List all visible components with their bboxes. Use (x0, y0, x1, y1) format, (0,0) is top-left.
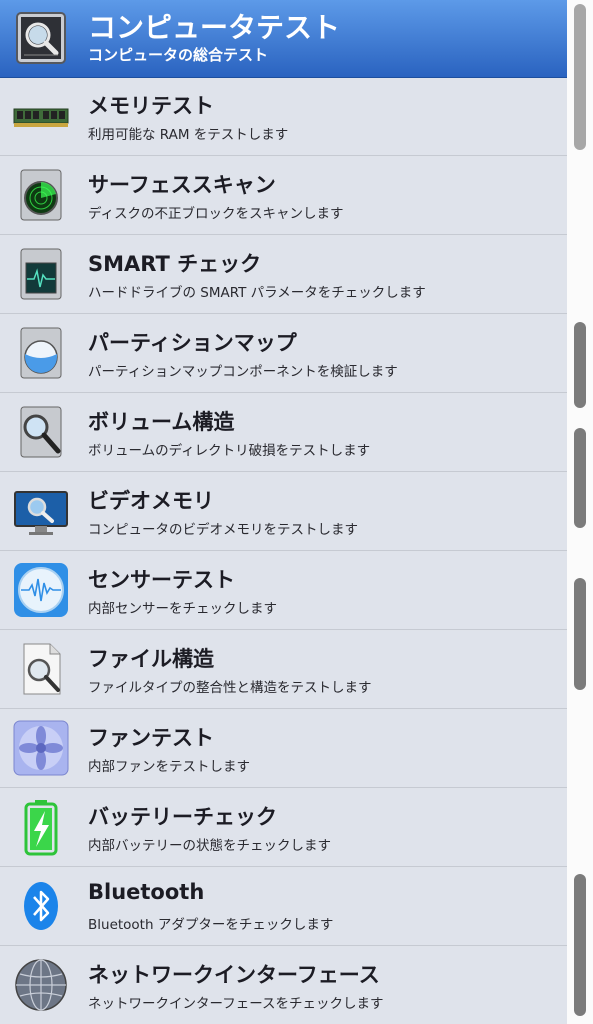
item-description: コンピュータの総合テスト (88, 46, 269, 64)
scrollbar-thumb[interactable] (574, 874, 586, 1016)
radar-disk-icon (12, 166, 70, 224)
item-title: パーティションマップ (88, 331, 297, 355)
heartbeat-disk-icon (12, 245, 70, 303)
list-item-network-interface[interactable]: ネットワークインターフェース ネットワークインターフェースをチェックします (0, 947, 567, 1024)
item-description: ディスクの不正ブロックをスキャンします (88, 206, 344, 222)
network-globe-icon (12, 956, 70, 1014)
computer-icon (12, 9, 70, 67)
list-item-fan-test[interactable]: ファンテスト 内部ファンをテストします (0, 710, 567, 788)
item-description: ファイルタイプの整合性と構造をテストします (88, 680, 372, 696)
item-title: コンピュータテスト (88, 11, 341, 44)
scrollbar-thumb[interactable] (574, 578, 586, 690)
item-title: ファンテスト (88, 726, 214, 750)
list-item-battery-check[interactable]: バッテリーチェック 内部バッテリーの状態をチェックします (0, 789, 567, 867)
item-description: ハードドライブの SMART パラメータをチェックします (88, 285, 426, 301)
list-item-smart-check[interactable]: SMART チェック ハードドライブの SMART パラメータをチェックします (0, 236, 567, 314)
item-description: ネットワークインターフェースをチェックします (88, 996, 384, 1012)
magnifier-disk-icon (12, 403, 70, 461)
item-title: ビデオメモリ (88, 489, 214, 513)
sensor-waveform-icon (12, 561, 70, 619)
item-description: Bluetooth アダプターをチェックします (88, 917, 334, 933)
item-description: パーティションマップコンポーネントを検証します (88, 364, 398, 380)
bluetooth-icon (12, 877, 70, 935)
scrollbar[interactable] (567, 0, 593, 1024)
item-description: コンピュータのビデオメモリをテストします (88, 522, 358, 538)
item-title: メモリテスト (88, 94, 214, 118)
item-description: 内部バッテリーの状態をチェックします (88, 838, 331, 854)
battery-icon (12, 798, 70, 856)
list-item-file-structure[interactable]: ファイル構造 ファイルタイプの整合性と構造をテストします (0, 631, 567, 709)
scrollbar-thumb[interactable] (574, 4, 586, 150)
list-item-memory-test[interactable]: メモリテスト 利用可能な RAM をテストします (0, 78, 567, 156)
item-description: 内部ファンをテストします (88, 759, 250, 775)
pie-disk-icon (12, 324, 70, 382)
item-description: 利用可能な RAM をテストします (88, 127, 289, 143)
list-item-sensor-test[interactable]: センサーテスト 内部センサーをチェックします (0, 552, 567, 630)
scrollbar-thumb[interactable] (574, 428, 586, 528)
scrollbar-thumb[interactable] (574, 322, 586, 408)
item-title: バッテリーチェック (88, 805, 277, 829)
list-item-partition-map[interactable]: パーティションマップ パーティションマップコンポーネントを検証します (0, 315, 567, 393)
list-item-volume-structure[interactable]: ボリューム構造 ボリュームのディレクトリ破損をテストします (0, 394, 567, 472)
ram-icon (12, 87, 70, 145)
item-title: SMART チェック (88, 252, 262, 276)
item-title: センサーテスト (88, 568, 235, 592)
list-item-bluetooth[interactable]: Bluetooth Bluetooth アダプターをチェックします (0, 868, 567, 946)
list-item-video-memory[interactable]: ビデオメモリ コンピュータのビデオメモリをテストします (0, 473, 567, 551)
fan-icon (12, 719, 70, 777)
list-item-surface-scan[interactable]: サーフェススキャン ディスクの不正ブロックをスキャンします (0, 157, 567, 235)
item-title: ネットワークインターフェース (88, 963, 380, 987)
file-magnifier-icon (12, 640, 70, 698)
test-list[interactable]: コンピュータテスト コンピュータの総合テスト メモリテスト 利用可能な RAM … (0, 0, 567, 1024)
monitor-magnifier-icon (12, 482, 70, 540)
list-item-computer-test[interactable]: コンピュータテスト コンピュータの総合テスト (0, 0, 567, 78)
item-title: ボリューム構造 (88, 410, 235, 434)
item-description: 内部センサーをチェックします (88, 601, 277, 617)
item-title: ファイル構造 (88, 647, 214, 671)
item-title: サーフェススキャン (88, 173, 276, 197)
item-title: Bluetooth (88, 880, 205, 904)
item-description: ボリュームのディレクトリ破損をテストします (88, 443, 371, 459)
